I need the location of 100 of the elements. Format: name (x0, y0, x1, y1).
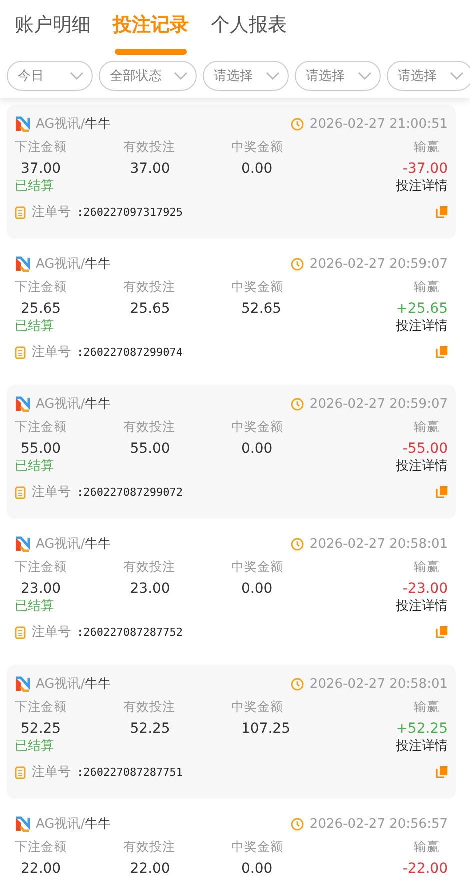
tab[interactable]: 个人报表 (211, 10, 287, 58)
platform-name: AG视讯 (36, 677, 81, 692)
separator: / (80, 117, 86, 132)
clock-icon (290, 398, 304, 410)
column-label: 中奖金额 (232, 699, 284, 716)
column-label: 下注金额 (15, 139, 68, 156)
column-label: 有效投注 (123, 279, 176, 296)
column-label: 有效投注 (123, 839, 176, 856)
bet-details-link[interactable]: 投注详情 (396, 317, 448, 335)
column-label: 中奖金额 (232, 279, 284, 296)
settlement-status: 已结算 (15, 738, 54, 755)
chevron-down-icon (266, 72, 280, 80)
column-label: 有效投注 (123, 419, 176, 436)
order-label: 注单号 (32, 484, 71, 501)
order-number: :260227087299074 (77, 346, 183, 358)
copy-icon[interactable] (436, 486, 448, 498)
column-label: 中奖金额 (232, 839, 284, 856)
separator: / (80, 817, 86, 832)
platform-name: AG视讯 (36, 397, 81, 412)
order-label: 注单号 (32, 764, 71, 781)
clipboard-icon (15, 766, 26, 778)
copy-icon[interactable] (436, 766, 448, 778)
amount: 0.00 (240, 581, 274, 597)
amount: 23.00 (20, 581, 62, 597)
clock-icon (290, 118, 304, 130)
column-label: 输赢 (413, 139, 441, 156)
clock-icon (290, 538, 304, 550)
amount: 25.65 (20, 301, 62, 317)
clipboard-icon (15, 206, 26, 218)
column-label: 下注金额 (15, 419, 68, 436)
logo-icon (15, 256, 30, 272)
bet-time: 2026-02-27 20:58:01 (310, 676, 448, 692)
game-name: 牛牛 (85, 677, 112, 692)
column-label: 中奖金额 (232, 139, 284, 156)
separator: / (80, 537, 86, 552)
filter-dropdown[interactable]: 请选择 (387, 61, 470, 91)
game-name: 牛牛 (85, 117, 112, 132)
bet-time: 2026-02-27 20:56:57 (310, 816, 448, 832)
settlement-status: 已结算 (15, 318, 54, 335)
column-label: 下注金额 (15, 699, 68, 716)
copy-icon[interactable] (436, 626, 448, 638)
settlement-status: 已结算 (15, 598, 54, 615)
settlement-status: 已结算 (15, 458, 54, 475)
game-name: 牛牛 (85, 257, 112, 272)
chevron-down-icon (358, 72, 372, 80)
order-label: 注单号 (32, 204, 71, 221)
bet-time: 2026-02-27 21:00:51 (310, 116, 448, 132)
separator: / (80, 677, 86, 692)
logo-icon (15, 676, 30, 692)
platform-name: AG视讯 (36, 817, 81, 832)
amount: 52.25 (20, 721, 62, 737)
order-label: 注单号 (32, 624, 71, 641)
order-number: :260227087287752 (77, 626, 183, 638)
column-label: 下注金额 (15, 279, 68, 296)
active-tab-indicator (115, 49, 187, 55)
clipboard-icon (15, 486, 26, 498)
order-number: :260227087299072 (77, 486, 183, 498)
game-name: 牛牛 (85, 537, 112, 552)
amount: 52.65 (240, 301, 283, 317)
bet-details-link[interactable]: 投注详情 (396, 457, 448, 475)
win-loss-amount: -37.00 (402, 161, 448, 177)
clock-icon (290, 258, 304, 270)
copy-icon[interactable] (436, 206, 448, 218)
platform-name: AG视讯 (36, 537, 81, 552)
column-label: 有效投注 (123, 559, 176, 576)
copy-icon[interactable] (436, 346, 448, 358)
game-name: 牛牛 (85, 817, 112, 832)
column-label: 输赢 (413, 279, 441, 296)
column-label: 输赢 (413, 419, 441, 436)
amount: 55.00 (129, 441, 172, 457)
platform-name: AG视讯 (36, 257, 81, 272)
separator: / (80, 397, 86, 412)
chevron-down-icon (70, 72, 84, 80)
bet-details-link[interactable]: 投注详情 (396, 177, 448, 195)
tab[interactable]: 账户明细 (15, 10, 91, 58)
bet-time: 2026-02-27 20:59:07 (310, 256, 448, 272)
column-label: 输赢 (413, 699, 441, 716)
amount: 37.00 (129, 161, 172, 177)
bet-details-link[interactable]: 投注详情 (396, 597, 448, 615)
clock-icon (290, 678, 304, 690)
filter-dropdown[interactable]: 全部状态 (99, 61, 197, 91)
filter-dropdown[interactable]: 请选择 (203, 61, 289, 91)
column-label: 输赢 (413, 559, 441, 576)
column-label: 有效投注 (123, 699, 176, 716)
order-label: 注单号 (32, 344, 71, 361)
platform-name: AG视讯 (36, 117, 81, 132)
logo-icon (15, 396, 30, 412)
clipboard-icon (15, 346, 26, 358)
bet-details-link[interactable]: 投注详情 (396, 737, 448, 755)
win-loss-amount: -23.00 (402, 581, 448, 597)
win-loss-amount: -22.00 (402, 861, 448, 877)
filter-dropdown[interactable]: 请选择 (295, 61, 381, 91)
column-label: 有效投注 (123, 139, 176, 156)
filter-dropdown[interactable]: 今日 (7, 61, 93, 91)
amount: 55.00 (20, 441, 62, 457)
win-loss-amount: -55.00 (402, 441, 448, 457)
column-label: 中奖金额 (232, 559, 284, 576)
logo-icon (15, 536, 30, 552)
column-label: 输赢 (413, 839, 441, 856)
settlement-status: 已结算 (15, 178, 54, 195)
